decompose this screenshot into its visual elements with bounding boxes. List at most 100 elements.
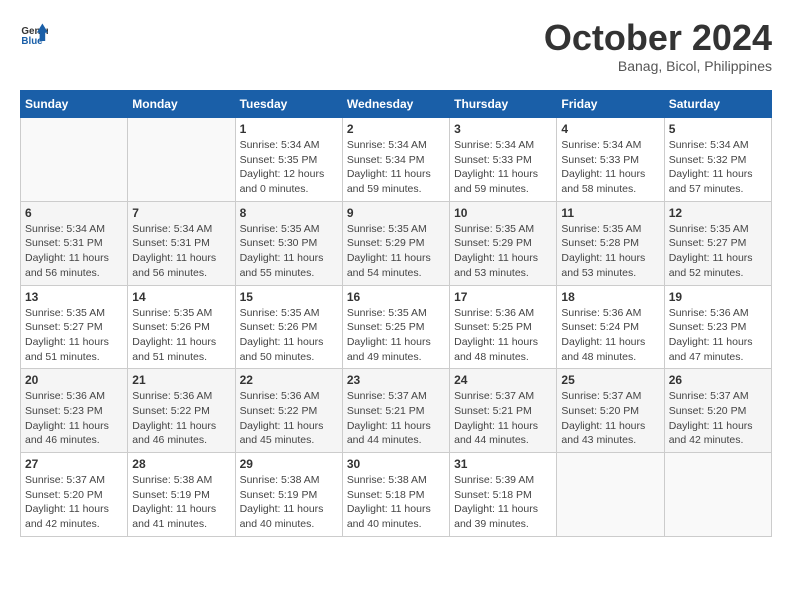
calendar-body: 1 Sunrise: 5:34 AM Sunset: 5:35 PM Daylig…: [21, 118, 772, 537]
day-number: 3: [454, 122, 552, 136]
day-number: 15: [240, 290, 338, 304]
weekday-header-thursday: Thursday: [450, 91, 557, 118]
calendar-cell: 29Sunrise: 5:38 AM Sunset: 5:19 PM Dayli…: [235, 453, 342, 537]
calendar-cell: 1 Sunrise: 5:34 AM Sunset: 5:35 PM Daylig…: [235, 118, 342, 202]
calendar-cell: [21, 118, 128, 202]
calendar-cell: 9Sunrise: 5:35 AM Sunset: 5:29 PM Daylig…: [342, 201, 449, 285]
day-info: Sunrise: 5:35 AM Sunset: 5:25 PM Dayligh…: [347, 306, 445, 365]
day-number: 14: [132, 290, 230, 304]
logo: General Blue: [20, 20, 48, 48]
calendar-cell: 15 Sunrise: 5:35 AM Sunset: 5:26 PM Dayli…: [235, 285, 342, 369]
day-info: Sunrise: 5:39 AM Sunset: 5:18 PM Dayligh…: [454, 473, 552, 532]
calendar-cell: 12 Sunrise: 5:35 AM Sunset: 5:27 PM Dayli…: [664, 201, 771, 285]
day-number: 4: [561, 122, 659, 136]
day-info: Sunrise: 5:38 AM Sunset: 5:19 PM Dayligh…: [132, 473, 230, 532]
day-number: 6: [25, 206, 123, 220]
day-info: Sunrise: 5:36 AM Sunset: 5:24 PM Dayligh…: [561, 306, 659, 365]
day-info: Sunrise: 5:37 AM Sunset: 5:20 PM Dayligh…: [25, 473, 123, 532]
weekday-header-row: SundayMondayTuesdayWednesdayThursdayFrid…: [21, 91, 772, 118]
calendar-cell: 30 Sunrise: 5:38 AM Sunset: 5:18 PM Dayli…: [342, 453, 449, 537]
calendar-cell: 28 Sunrise: 5:38 AM Sunset: 5:19 PM Dayli…: [128, 453, 235, 537]
calendar-week-3: 13Sunrise: 5:35 AM Sunset: 5:27 PM Dayli…: [21, 285, 772, 369]
day-number: 1: [240, 122, 338, 136]
day-info: Sunrise: 5:35 AM Sunset: 5:28 PM Dayligh…: [561, 222, 659, 281]
calendar-cell: 7Sunrise: 5:34 AM Sunset: 5:31 PM Daylig…: [128, 201, 235, 285]
day-number: 11: [561, 206, 659, 220]
calendar-cell: 3 Sunrise: 5:34 AM Sunset: 5:33 PM Daylig…: [450, 118, 557, 202]
day-number: 27: [25, 457, 123, 471]
calendar-cell: 16 Sunrise: 5:35 AM Sunset: 5:25 PM Dayli…: [342, 285, 449, 369]
day-info: Sunrise: 5:36 AM Sunset: 5:22 PM Dayligh…: [240, 389, 338, 448]
calendar-cell: 22Sunrise: 5:36 AM Sunset: 5:22 PM Dayli…: [235, 369, 342, 453]
day-number: 5: [669, 122, 767, 136]
day-number: 24: [454, 373, 552, 387]
day-number: 2: [347, 122, 445, 136]
day-number: 19: [669, 290, 767, 304]
calendar-week-5: 27 Sunrise: 5:37 AM Sunset: 5:20 PM Dayli…: [21, 453, 772, 537]
calendar-cell: 20Sunrise: 5:36 AM Sunset: 5:23 PM Dayli…: [21, 369, 128, 453]
weekday-header-sunday: Sunday: [21, 91, 128, 118]
day-info: Sunrise: 5:36 AM Sunset: 5:23 PM Dayligh…: [25, 389, 123, 448]
day-info: Sunrise: 5:35 AM Sunset: 5:30 PM Dayligh…: [240, 222, 338, 281]
calendar-cell: 8 Sunrise: 5:35 AM Sunset: 5:30 PM Daylig…: [235, 201, 342, 285]
day-info: Sunrise: 5:38 AM Sunset: 5:19 PM Dayligh…: [240, 473, 338, 532]
day-number: 8: [240, 206, 338, 220]
day-info: Sunrise: 5:35 AM Sunset: 5:29 PM Dayligh…: [454, 222, 552, 281]
day-info: Sunrise: 5:34 AM Sunset: 5:31 PM Dayligh…: [132, 222, 230, 281]
calendar-cell: 10Sunrise: 5:35 AM Sunset: 5:29 PM Dayli…: [450, 201, 557, 285]
day-number: 18: [561, 290, 659, 304]
day-info: Sunrise: 5:36 AM Sunset: 5:23 PM Dayligh…: [669, 306, 767, 365]
calendar-cell: 24 Sunrise: 5:37 AM Sunset: 5:21 PM Dayli…: [450, 369, 557, 453]
day-info: Sunrise: 5:37 AM Sunset: 5:21 PM Dayligh…: [454, 389, 552, 448]
day-info: Sunrise: 5:35 AM Sunset: 5:26 PM Dayligh…: [240, 306, 338, 365]
weekday-header-saturday: Saturday: [664, 91, 771, 118]
calendar-cell: 18 Sunrise: 5:36 AM Sunset: 5:24 PM Dayli…: [557, 285, 664, 369]
calendar-cell: 6Sunrise: 5:34 AM Sunset: 5:31 PM Daylig…: [21, 201, 128, 285]
day-number: 16: [347, 290, 445, 304]
calendar-cell: 17Sunrise: 5:36 AM Sunset: 5:25 PM Dayli…: [450, 285, 557, 369]
day-info: Sunrise: 5:34 AM Sunset: 5:33 PM Dayligh…: [454, 138, 552, 197]
day-info: Sunrise: 5:36 AM Sunset: 5:25 PM Dayligh…: [454, 306, 552, 365]
page-header: General Blue October 2024 Banag, Bicol, …: [20, 20, 772, 74]
day-info: Sunrise: 5:35 AM Sunset: 5:27 PM Dayligh…: [669, 222, 767, 281]
calendar-week-1: 1 Sunrise: 5:34 AM Sunset: 5:35 PM Daylig…: [21, 118, 772, 202]
calendar-cell: 23Sunrise: 5:37 AM Sunset: 5:21 PM Dayli…: [342, 369, 449, 453]
day-info: Sunrise: 5:35 AM Sunset: 5:27 PM Dayligh…: [25, 306, 123, 365]
day-info: Sunrise: 5:34 AM Sunset: 5:35 PM Dayligh…: [240, 138, 338, 197]
calendar-week-2: 6 Sunrise: 5:34 AM Sunset: 5:31 PM Daylig…: [21, 201, 772, 285]
day-number: 21: [132, 373, 230, 387]
calendar-cell: 5Sunrise: 5:34 AM Sunset: 5:32 PM Daylig…: [664, 118, 771, 202]
calendar-cell: 25Sunrise: 5:37 AM Sunset: 5:20 PM Dayli…: [557, 369, 664, 453]
calendar-cell: 31 Sunrise: 5:39 AM Sunset: 5:18 PM Dayli…: [450, 453, 557, 537]
day-number: 12: [669, 206, 767, 220]
weekday-header-friday: Friday: [557, 91, 664, 118]
day-info: Sunrise: 5:37 AM Sunset: 5:20 PM Dayligh…: [561, 389, 659, 448]
day-info: Sunrise: 5:37 AM Sunset: 5:21 PM Dayligh…: [347, 389, 445, 448]
day-info: Sunrise: 5:38 AM Sunset: 5:18 PM Dayligh…: [347, 473, 445, 532]
weekday-header-tuesday: Tuesday: [235, 91, 342, 118]
calendar-cell: 26 Sunrise: 5:37 AM Sunset: 5:20 PM Dayli…: [664, 369, 771, 453]
day-number: 30: [347, 457, 445, 471]
calendar-cell: [664, 453, 771, 537]
calendar-cell: 4 Sunrise: 5:34 AM Sunset: 5:33 PM Daylig…: [557, 118, 664, 202]
day-info: Sunrise: 5:34 AM Sunset: 5:34 PM Dayligh…: [347, 138, 445, 197]
calendar-cell: 11 Sunrise: 5:35 AM Sunset: 5:28 PM Dayli…: [557, 201, 664, 285]
calendar-table: SundayMondayTuesdayWednesdayThursdayFrid…: [20, 90, 772, 537]
weekday-header-wednesday: Wednesday: [342, 91, 449, 118]
calendar-cell: [128, 118, 235, 202]
day-info: Sunrise: 5:34 AM Sunset: 5:33 PM Dayligh…: [561, 138, 659, 197]
calendar-cell: 14 Sunrise: 5:35 AM Sunset: 5:26 PM Dayli…: [128, 285, 235, 369]
day-number: 31: [454, 457, 552, 471]
calendar-week-4: 20Sunrise: 5:36 AM Sunset: 5:23 PM Dayli…: [21, 369, 772, 453]
calendar-cell: 27 Sunrise: 5:37 AM Sunset: 5:20 PM Dayli…: [21, 453, 128, 537]
day-number: 26: [669, 373, 767, 387]
day-info: Sunrise: 5:35 AM Sunset: 5:26 PM Dayligh…: [132, 306, 230, 365]
calendar-cell: 19 Sunrise: 5:36 AM Sunset: 5:23 PM Dayli…: [664, 285, 771, 369]
calendar-cell: 21Sunrise: 5:36 AM Sunset: 5:22 PM Dayli…: [128, 369, 235, 453]
day-info: Sunrise: 5:37 AM Sunset: 5:20 PM Dayligh…: [669, 389, 767, 448]
day-number: 28: [132, 457, 230, 471]
weekday-header-monday: Monday: [128, 91, 235, 118]
logo-icon: General Blue: [20, 20, 48, 48]
calendar-cell: 2 Sunrise: 5:34 AM Sunset: 5:34 PM Daylig…: [342, 118, 449, 202]
day-info: Sunrise: 5:35 AM Sunset: 5:29 PM Dayligh…: [347, 222, 445, 281]
